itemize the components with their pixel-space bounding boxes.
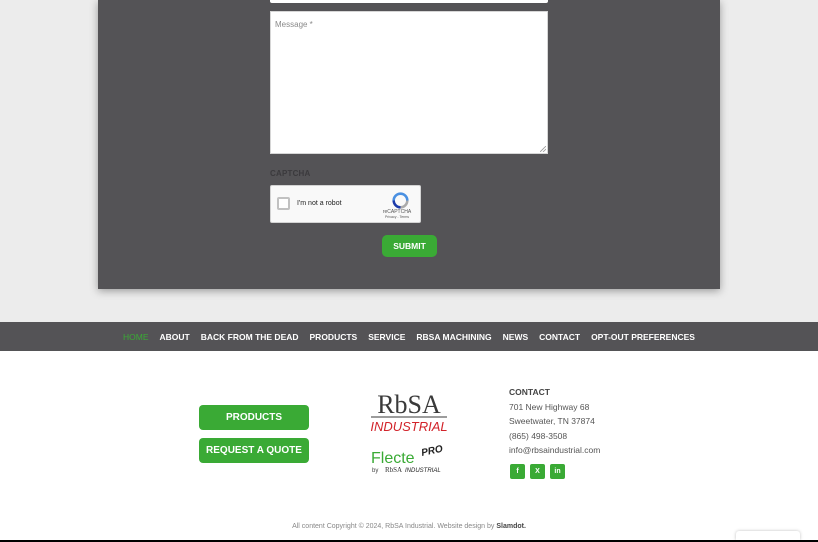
recaptcha-checkbox-label: I'm not a robot	[297, 200, 342, 207]
nav-item-home[interactable]: HOME	[123, 332, 149, 342]
nav-item-opt-out-preferences[interactable]: OPT-OUT PREFERENCES	[591, 332, 695, 342]
logo-by-text: by	[372, 468, 378, 474]
message-textarea[interactable]: Message *	[270, 11, 548, 154]
contact-address-line2: Sweetwater, TN 37874	[509, 416, 595, 426]
request-quote-button[interactable]: REQUEST A QUOTE	[199, 438, 309, 463]
recaptcha-checkbox[interactable]	[277, 197, 290, 210]
site-footer: PRODUCTS REQUEST A QUOTE RbSA INDUSTRIAL…	[0, 351, 818, 542]
contact-block: CONTACT 701 New Highway 68 Sweetwater, T…	[509, 385, 600, 458]
nav-item-news[interactable]: NEWS	[503, 332, 529, 342]
logo-small-rbsa-text: RbSA	[385, 466, 402, 474]
facebook-icon[interactable]: f	[510, 464, 525, 479]
contact-heading: CONTACT	[509, 387, 550, 397]
submit-button[interactable]: SUBMIT	[382, 235, 437, 257]
designer-link[interactable]: Slamdot.	[496, 523, 526, 530]
nav-item-back-from-the-dead[interactable]: BACK FROM THE DEAD	[201, 332, 299, 342]
nav-item-about[interactable]: ABOUT	[160, 332, 190, 342]
logo-flecte-text: Flecte	[371, 450, 415, 467]
recaptcha-privacy-terms[interactable]: Privacy - Terms	[377, 215, 417, 219]
previous-field-input[interactable]	[270, 0, 548, 3]
contact-email[interactable]: info@rbsaindustrial.com	[509, 443, 600, 458]
main-navigation: HOME ABOUT BACK FROM THE DEAD PRODUCTS S…	[0, 322, 818, 351]
copyright-text: All content Copyright © 2024, RbSA Indus…	[292, 523, 497, 530]
captcha-label: CAPTCHA	[270, 169, 311, 178]
nav-item-products[interactable]: PRODUCTS	[310, 332, 358, 342]
rbsa-industrial-logo[interactable]: RbSA INDUSTRIAL	[367, 389, 451, 436]
logo-small-industrial-text: INDUSTRIAL	[405, 468, 441, 474]
x-twitter-icon[interactable]: X	[530, 464, 545, 479]
recaptcha-badge[interactable]	[736, 531, 800, 540]
message-placeholder: Message *	[275, 20, 313, 29]
recaptcha-logo-icon	[392, 192, 409, 209]
linkedin-icon[interactable]: in	[550, 464, 565, 479]
nav-item-rbsa-machining[interactable]: RBSA MACHINING	[416, 332, 491, 342]
resize-handle-icon[interactable]	[540, 146, 546, 152]
nav-item-service[interactable]: SERVICE	[368, 332, 405, 342]
products-button[interactable]: PRODUCTS	[199, 405, 309, 430]
nav-item-contact[interactable]: CONTACT	[539, 332, 580, 342]
contact-form-card: Message * CAPTCHA I'm not a robot reCAPT…	[98, 0, 720, 289]
recaptcha-widget: I'm not a robot reCAPTCHA Privacy - Term…	[270, 185, 421, 223]
flectepro-logo[interactable]: Flecte PRO by RbSA INDUSTRIAL	[368, 445, 452, 475]
contact-address-line1: 701 New Highway 68	[509, 401, 590, 412]
copyright-line: All content Copyright © 2024, RbSA Indus…	[0, 523, 818, 530]
contact-phone[interactable]: (865) 498-3508	[509, 429, 600, 444]
logo-pro-text: PRO	[420, 445, 444, 459]
logo-rbsa-text: RbSA	[377, 390, 441, 419]
logo-industrial-text: INDUSTRIAL	[370, 419, 447, 434]
